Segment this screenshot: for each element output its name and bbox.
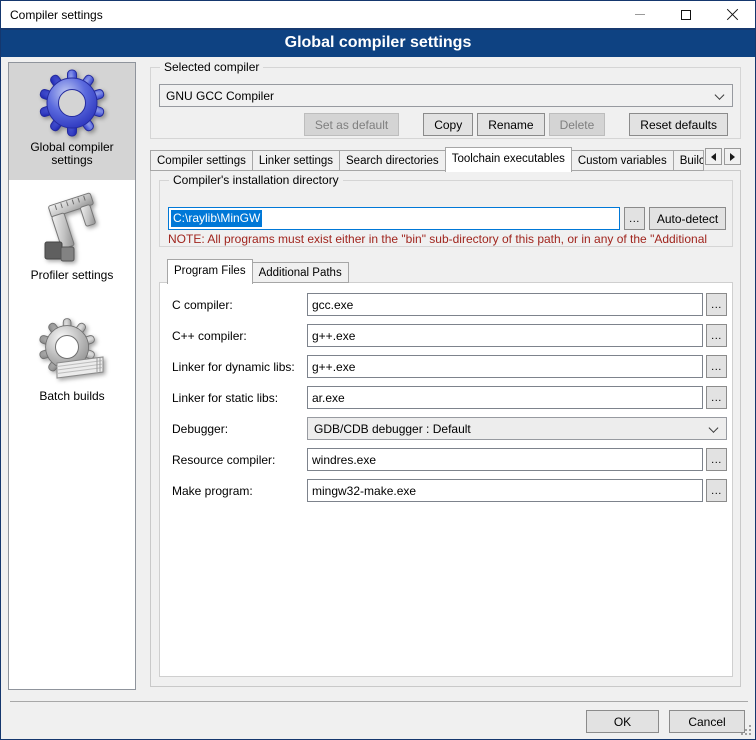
page-title: Global compiler settings bbox=[1, 30, 755, 57]
field-row-static-linker: Linker for static libs: ... bbox=[172, 386, 732, 409]
installation-directory-input[interactable]: C:\raylib\MinGW bbox=[168, 207, 620, 230]
bin-subdirectory-note: NOTE: All programs must exist either in … bbox=[168, 232, 730, 246]
caliper-icon bbox=[36, 192, 108, 266]
reset-defaults-button[interactable]: Reset defaults bbox=[629, 113, 728, 136]
field-label: C compiler: bbox=[172, 298, 307, 312]
blue-gear-icon bbox=[37, 68, 107, 138]
rename-button[interactable]: Rename bbox=[477, 113, 544, 136]
make-program-input[interactable] bbox=[307, 479, 703, 502]
tab-search-directories[interactable]: Search directories bbox=[339, 150, 446, 171]
title-bar: Compiler settings bbox=[1, 1, 755, 28]
tab-custom-variables[interactable]: Custom variables bbox=[571, 150, 674, 171]
program-tabs-bar: Program Files Additional Paths bbox=[167, 259, 348, 283]
auto-detect-button[interactable]: Auto-detect bbox=[649, 207, 726, 230]
cancel-button[interactable]: Cancel bbox=[669, 710, 745, 733]
compiler-actions: Set as default Copy Rename Delete Reset … bbox=[300, 113, 728, 136]
field-label: Resource compiler: bbox=[172, 453, 307, 467]
tab-scroll-right-button[interactable] bbox=[724, 148, 741, 165]
gray-gear-stack-icon bbox=[35, 317, 109, 387]
maximize-button[interactable] bbox=[663, 1, 709, 28]
field-row-c-compiler: C compiler: ... bbox=[172, 293, 732, 316]
field-label: Debugger: bbox=[172, 422, 307, 436]
subtab-additional-paths[interactable]: Additional Paths bbox=[252, 262, 349, 283]
field-row-dynamic-linker: Linker for dynamic libs: ... bbox=[172, 355, 732, 378]
settings-category-list: Global compiler settings bbox=[8, 62, 136, 690]
cpp-compiler-input[interactable] bbox=[307, 324, 703, 347]
installation-directory-group-label: Compiler's installation directory bbox=[169, 173, 343, 188]
tab-linker-settings[interactable]: Linker settings bbox=[252, 150, 340, 171]
close-icon bbox=[726, 8, 739, 21]
c-compiler-input[interactable] bbox=[307, 293, 703, 316]
compiler-select-value: GNU GCC Compiler bbox=[166, 89, 274, 103]
chevron-down-icon bbox=[709, 423, 719, 433]
browse-button[interactable]: ... bbox=[706, 448, 727, 471]
installation-directory-group: Compiler's installation directory C:\ray… bbox=[159, 180, 733, 247]
sidebar-item-label: Batch builds bbox=[39, 390, 104, 403]
minimize-button[interactable] bbox=[617, 1, 663, 28]
dynamic-linker-input[interactable] bbox=[307, 355, 703, 378]
browse-button[interactable]: ... bbox=[706, 324, 727, 347]
field-label: C++ compiler: bbox=[172, 329, 307, 343]
maximize-icon bbox=[681, 10, 691, 20]
selected-compiler-group: Selected compiler GNU GCC Compiler Set a… bbox=[150, 67, 741, 139]
tab-toolchain-executables[interactable]: Toolchain executables bbox=[445, 147, 572, 172]
toolchain-executables-page: Compiler's installation directory C:\ray… bbox=[150, 170, 741, 687]
sidebar-item-profiler-settings[interactable]: Profiler settings bbox=[9, 190, 135, 292]
field-row-make-program: Make program: ... bbox=[172, 479, 732, 502]
close-button[interactable] bbox=[709, 1, 755, 28]
minimize-icon bbox=[635, 14, 645, 15]
selected-compiler-group-label: Selected compiler bbox=[160, 60, 263, 75]
field-row-resource-compiler: Resource compiler: ... bbox=[172, 448, 732, 471]
field-label: Make program: bbox=[172, 484, 307, 498]
sidebar-item-global-compiler-settings[interactable]: Global compiler settings bbox=[9, 63, 135, 180]
resize-grip[interactable] bbox=[741, 725, 752, 736]
static-linker-input[interactable] bbox=[307, 386, 703, 409]
tab-scroll-buttons bbox=[703, 148, 741, 165]
set-as-default-button: Set as default bbox=[304, 113, 399, 136]
field-row-debugger: Debugger: GDB/CDB debugger : Default bbox=[172, 417, 732, 440]
settings-tab-bar: Compiler settings Linker settings Search… bbox=[150, 146, 741, 171]
browse-button[interactable]: ... bbox=[706, 355, 727, 378]
installation-directory-browse-button[interactable]: ... bbox=[624, 207, 645, 230]
sidebar-item-label: Global compiler settings bbox=[9, 141, 135, 167]
resource-compiler-input[interactable] bbox=[307, 448, 703, 471]
copy-button[interactable]: Copy bbox=[423, 113, 473, 136]
field-label: Linker for static libs: bbox=[172, 391, 307, 405]
chevron-down-icon bbox=[715, 90, 725, 100]
browse-button[interactable]: ... bbox=[706, 479, 727, 502]
browse-button[interactable]: ... bbox=[706, 386, 727, 409]
field-label: Linker for dynamic libs: bbox=[172, 360, 307, 374]
sidebar-item-batch-builds[interactable]: Batch builds bbox=[9, 315, 135, 420]
delete-button: Delete bbox=[549, 113, 606, 136]
browse-button[interactable]: ... bbox=[706, 293, 727, 316]
sidebar-item-label: Profiler settings bbox=[31, 269, 114, 282]
debugger-select-value: GDB/CDB debugger : Default bbox=[314, 422, 471, 436]
subtab-program-files[interactable]: Program Files bbox=[167, 259, 253, 284]
field-row-cpp-compiler: C++ compiler: ... bbox=[172, 324, 732, 347]
compiler-select[interactable]: GNU GCC Compiler bbox=[159, 84, 733, 107]
window-controls bbox=[617, 1, 755, 28]
installation-directory-value: C:\raylib\MinGW bbox=[171, 210, 262, 227]
compiler-settings-dialog: Compiler settings Global compiler settin… bbox=[0, 0, 756, 740]
left-arrow-icon bbox=[711, 153, 716, 161]
tab-scroll-left-button[interactable] bbox=[705, 148, 722, 165]
program-files-panel: C compiler: ... C++ compiler: ... Linker… bbox=[159, 282, 733, 677]
tab-compiler-settings[interactable]: Compiler settings bbox=[150, 150, 253, 171]
tab-build-options-clipped[interactable]: Builc bbox=[673, 150, 704, 171]
right-arrow-icon bbox=[730, 153, 735, 161]
ok-button[interactable]: OK bbox=[586, 710, 659, 733]
debugger-select[interactable]: GDB/CDB debugger : Default bbox=[307, 417, 727, 440]
window-title: Compiler settings bbox=[10, 8, 103, 22]
footer-separator bbox=[10, 701, 748, 702]
